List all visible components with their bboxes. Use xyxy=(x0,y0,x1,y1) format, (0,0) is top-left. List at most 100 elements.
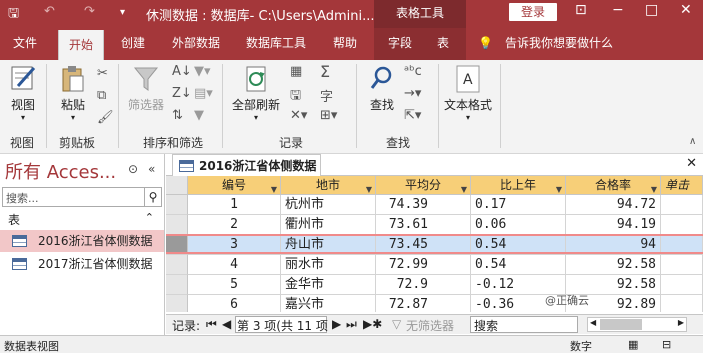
cut-icon[interactable]: ✂ xyxy=(97,66,108,81)
totals-icon[interactable]: Σ xyxy=(320,62,330,81)
table-row[interactable]: 4 丽水市 72.99 0.54 92.58 xyxy=(188,255,703,275)
nav-group-header[interactable]: 表 ⌃ xyxy=(0,211,164,229)
last-record-icon[interactable]: ⏭ xyxy=(346,317,357,332)
sort-ascending-icon[interactable]: A↓ xyxy=(172,64,192,79)
nav-item-table[interactable]: 2016浙江省体侧数据 xyxy=(0,230,164,252)
horizontal-scrollbar[interactable]: ◀ ▶ xyxy=(587,317,687,332)
tab-external-data[interactable]: 外部数据 xyxy=(172,28,220,60)
copy-icon[interactable]: ⧉ xyxy=(97,88,106,103)
row-selector[interactable] xyxy=(166,255,188,275)
view-button[interactable]: 视图 ▾ xyxy=(6,64,40,122)
table-cell[interactable] xyxy=(661,295,703,312)
shutter-bar-icon[interactable]: « xyxy=(148,162,155,176)
column-header[interactable]: 合格率 ▼ xyxy=(566,176,661,195)
nav-menu-icon[interactable]: ⊙ xyxy=(128,162,138,176)
dropdown-icon[interactable]: ▼ xyxy=(461,181,467,194)
dropdown-icon[interactable]: ▼ xyxy=(556,181,562,194)
new-record-nav-icon[interactable]: ▶✱ xyxy=(363,317,382,331)
nav-item-table[interactable]: 2017浙江省体侧数据 xyxy=(0,253,164,275)
text-format-button[interactable]: A 文本格式 ▾ xyxy=(442,64,494,122)
replace-icon[interactable]: ᵃᵇc xyxy=(404,64,422,79)
tab-table[interactable]: 表 xyxy=(437,28,449,60)
tab-database-tools[interactable]: 数据库工具 xyxy=(246,28,306,60)
scroll-left-icon[interactable]: ◀ xyxy=(590,318,596,327)
table-cell[interactable]: 杭州市 xyxy=(281,195,376,215)
table-cell[interactable]: 72.99 xyxy=(376,255,471,275)
row-selector[interactable] xyxy=(166,195,188,215)
table-row[interactable]: 2 衢州市 73.61 0.06 94.19 xyxy=(188,215,703,235)
table-cell[interactable]: 2 xyxy=(188,215,281,235)
table-cell[interactable]: 金华市 xyxy=(281,275,376,295)
table-cell[interactable]: 0.17 xyxy=(471,195,566,215)
table-cell[interactable]: 94.72 xyxy=(566,195,661,215)
row-selector[interactable] xyxy=(166,215,188,235)
dropdown-icon[interactable]: ▼ xyxy=(271,181,277,194)
select-icon[interactable]: ⇱▾ xyxy=(404,108,421,123)
column-header[interactable]: 平均分 ▼ xyxy=(376,176,471,195)
table-cell[interactable]: 73.61 xyxy=(376,215,471,235)
close-button[interactable]: ✕ xyxy=(680,2,692,18)
select-all-corner[interactable] xyxy=(166,176,188,195)
format-painter-icon[interactable]: 🖌 xyxy=(97,110,114,125)
ribbon-display-icon[interactable]: ⊡ xyxy=(575,2,587,18)
table-row[interactable]: 6 嘉兴市 72.87 -0.36 92.89 xyxy=(188,295,703,312)
dropdown-icon[interactable]: ▼ xyxy=(366,181,372,194)
next-record-icon[interactable]: ▶ xyxy=(332,317,341,331)
selection-filter-icon[interactable]: ▼▾ xyxy=(194,64,211,79)
redo-icon[interactable]: ↷ xyxy=(84,4,95,19)
filter-button[interactable]: 筛选器 xyxy=(124,64,168,113)
click-to-add-header[interactable]: 单击 xyxy=(661,176,703,195)
table-row[interactable]: 1 杭州市 74.39 0.17 94.72 xyxy=(188,195,703,215)
toggle-filter-icon[interactable]: ▼ xyxy=(194,108,204,123)
filter-status[interactable]: 无筛选器 xyxy=(406,317,454,334)
tab-home[interactable]: 开始 xyxy=(58,30,105,60)
spelling-icon[interactable]: 字 xyxy=(320,86,333,105)
close-document-icon[interactable]: ✕ xyxy=(686,156,697,171)
advanced-filter-icon[interactable]: ▤▾ xyxy=(194,86,213,101)
table-cell[interactable]: 5 xyxy=(188,275,281,295)
goto-icon[interactable]: →▾ xyxy=(404,86,421,101)
paste-button[interactable]: 粘贴 ▾ xyxy=(56,64,90,122)
table-row[interactable]: 5 金华市 72.9 -0.12 92.58 xyxy=(188,275,703,295)
row-selector[interactable] xyxy=(166,295,188,312)
save-record-icon[interactable]: 🖫 xyxy=(290,86,301,108)
restore-button[interactable]: □ xyxy=(645,2,658,18)
new-record-icon[interactable]: ▦ xyxy=(290,64,302,79)
column-header[interactable]: 地市 ▼ xyxy=(281,176,376,195)
datasheet-view-icon[interactable]: ▦ xyxy=(628,338,638,351)
undo-icon[interactable]: ↶ xyxy=(44,4,55,19)
table-cell[interactable] xyxy=(661,215,703,235)
save-icon[interactable]: 🖫 xyxy=(8,4,19,26)
nav-pane-title[interactable]: 所有 Acces... xyxy=(5,158,116,184)
table-cell[interactable] xyxy=(661,275,703,295)
customize-toolbar-icon[interactable]: ▾ xyxy=(120,7,125,18)
remove-sort-icon[interactable]: ⇅ xyxy=(172,108,183,123)
table-cell[interactable]: 衢州市 xyxy=(281,215,376,235)
scrollbar-thumb[interactable] xyxy=(600,319,642,330)
sort-descending-icon[interactable]: Z↓ xyxy=(172,86,192,101)
design-view-icon[interactable]: ⊟ xyxy=(662,338,671,351)
table-cell[interactable]: 74.39 xyxy=(376,195,471,215)
tab-create[interactable]: 创建 xyxy=(121,28,145,60)
column-header[interactable]: 比上年 ▼ xyxy=(471,176,566,195)
tab-fields[interactable]: 字段 xyxy=(388,28,412,60)
table-cell[interactable]: 92.58 xyxy=(566,255,661,275)
table-cell[interactable]: 0.54 xyxy=(471,255,566,275)
table-cell[interactable]: 4 xyxy=(188,255,281,275)
find-button[interactable]: 查找 xyxy=(364,64,400,113)
table-cell[interactable] xyxy=(661,195,703,215)
table-cell[interactable]: 6 xyxy=(188,295,281,312)
row-selector[interactable] xyxy=(166,275,188,295)
table-cell[interactable]: 1 xyxy=(188,195,281,215)
nav-search-input[interactable]: 搜索... xyxy=(2,187,145,207)
table-cell[interactable]: 72.9 xyxy=(376,275,471,295)
table-cell[interactable] xyxy=(661,255,703,275)
table-cell[interactable]: 94.19 xyxy=(566,215,661,235)
table-cell[interactable]: 0.06 xyxy=(471,215,566,235)
table-cell[interactable]: 丽水市 xyxy=(281,255,376,275)
search-icon[interactable]: ⚲ xyxy=(145,187,162,207)
dropdown-icon[interactable]: ▼ xyxy=(651,181,657,194)
tell-me-search[interactable]: 告诉我你想要做什么 xyxy=(505,28,613,60)
refresh-all-button[interactable]: 全部刷新 ▾ xyxy=(228,64,284,122)
tab-file[interactable]: 文件 xyxy=(13,28,37,60)
